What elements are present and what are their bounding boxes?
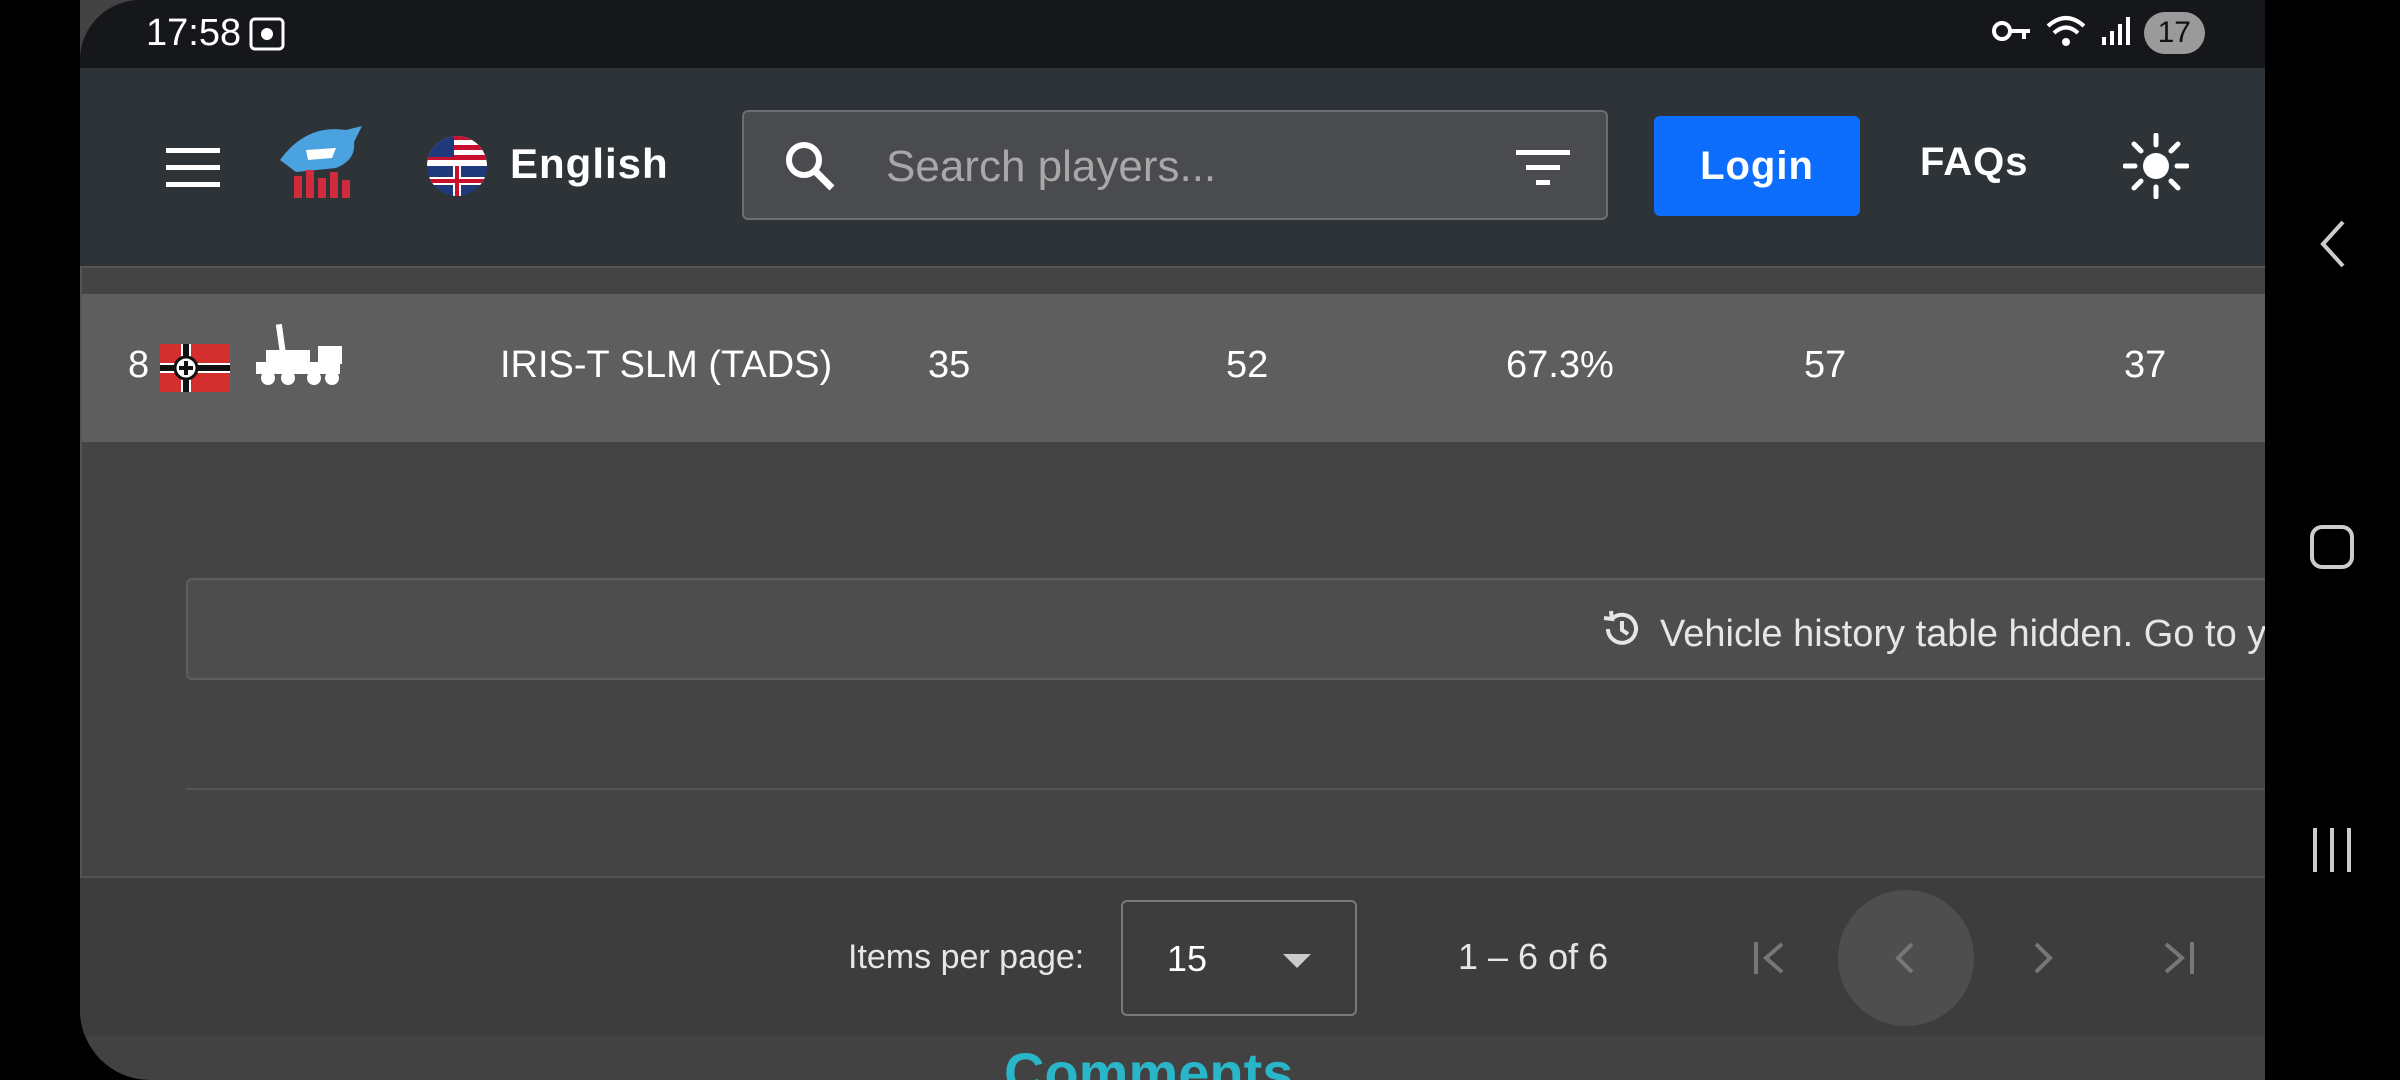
filter-icon[interactable] [1516, 148, 1570, 193]
app-screen: 17:58 17 English Search players... Login… [80, 0, 2265, 1080]
faqs-link[interactable]: FAQs [1920, 140, 2028, 185]
vpn-key-icon [1991, 17, 2032, 50]
divider [186, 788, 2265, 790]
menu-button[interactable] [160, 134, 226, 200]
status-icons: 17 [1991, 12, 2205, 54]
vehicle-history-notice: Vehicle history table hidden. Go to your [186, 578, 2265, 680]
items-per-page-label: Items per page: [848, 938, 1085, 976]
signal-icon [2100, 15, 2130, 52]
theme-toggle-button[interactable] [2120, 130, 2192, 202]
status-bar: 17:58 17 [80, 0, 2265, 68]
notice-text: Vehicle history table hidden. Go to your [1660, 612, 2265, 655]
items-per-page-value: 15 [1167, 938, 1208, 979]
history-icon [1600, 608, 1642, 660]
status-time: 17:58 [146, 12, 242, 54]
search-input[interactable] [884, 136, 1468, 198]
row-vehicle-name[interactable]: IRIS-T SLM (TADS) [500, 344, 832, 387]
dropdown-arrow-icon [1283, 954, 1311, 968]
first-page-icon [1754, 942, 1784, 974]
vehicle-table-card: 8 IRIS-T SLM (TADS) 35 52 67.3% 57 37 Ve… [80, 266, 2265, 878]
sam-vehicle-icon [252, 323, 348, 395]
comments-heading: Comments [1004, 1041, 1294, 1080]
chevron-right-icon [2034, 942, 2053, 974]
items-per-page-select[interactable]: 15 [1121, 900, 1357, 1016]
row-col3: 67.3% [1506, 344, 1614, 386]
battery-indicator: 17 [2143, 12, 2205, 54]
recents-icon[interactable] [2309, 826, 2355, 879]
back-icon[interactable] [2315, 218, 2351, 275]
german-flag-icon [160, 344, 230, 397]
row-rank: 8 [128, 344, 150, 386]
next-page-button[interactable] [1974, 890, 2110, 1026]
system-navigation-bar [2265, 0, 2400, 1080]
hamburger-menu-icon [166, 148, 220, 187]
row-col1: 35 [928, 344, 971, 386]
table-row[interactable]: 8 IRIS-T SLM (TADS) 35 52 67.3% 57 37 [82, 294, 2265, 442]
last-page-icon [2164, 942, 2194, 974]
search-icon [782, 138, 838, 199]
page-range-label: 1 – 6 of 6 [1458, 936, 1609, 977]
us-uk-flag-icon [427, 136, 487, 196]
paginator: Items per page: 15 1 – 6 of 6 [80, 878, 2265, 1036]
shark-logo-icon [280, 126, 362, 198]
top-navbar: English Login FAQs [80, 68, 2265, 266]
screenshot-icon [248, 16, 286, 57]
row-col4: 57 [1804, 344, 1847, 386]
chevron-left-icon [1895, 942, 1914, 974]
last-page-button[interactable] [2110, 890, 2246, 1026]
language-label[interactable]: English [510, 140, 669, 188]
search-box[interactable] [742, 110, 1608, 220]
login-button[interactable]: Login [1654, 116, 1860, 216]
row-col2: 52 [1226, 344, 1269, 386]
site-logo[interactable] [276, 120, 366, 200]
row-col5: 37 [2124, 344, 2167, 386]
home-icon[interactable] [2309, 524, 2355, 575]
language-flag[interactable] [425, 134, 489, 198]
previous-page-button[interactable] [1838, 890, 1974, 1026]
wifi-icon [2046, 14, 2086, 53]
sun-icon [2123, 133, 2189, 199]
first-page-button[interactable] [1702, 890, 1838, 1026]
